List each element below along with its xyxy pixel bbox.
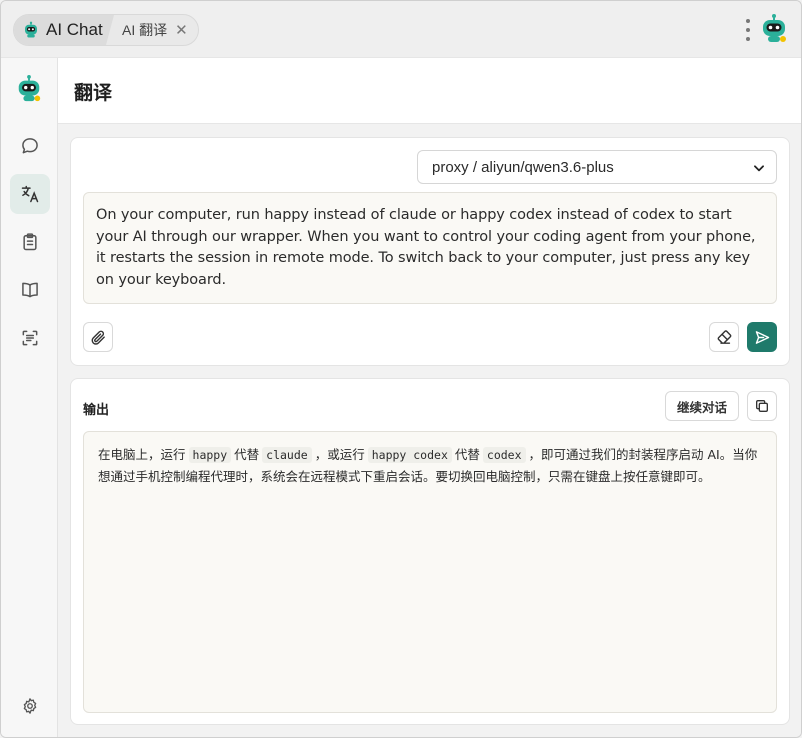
tab-ai-chat[interactable]: AI Chat (14, 15, 114, 45)
clipboard-icon (23, 233, 37, 251)
more-menu-icon[interactable] (741, 17, 755, 43)
attach-button[interactable] (83, 322, 113, 352)
page-title: 翻译 (74, 82, 113, 104)
clear-button[interactable] (709, 322, 739, 352)
book-icon (22, 282, 38, 298)
sidebar-item-settings[interactable] (10, 686, 50, 726)
tab-label: AI 翻译 (122, 22, 168, 38)
scan-text-icon (22, 330, 38, 346)
model-select[interactable]: proxy / aliyun/qwen3.6-plus (417, 150, 777, 184)
sidebar (1, 58, 58, 737)
tab-ai-translate[interactable]: AI 翻译 ✕ (122, 15, 198, 45)
inline-code: happy (188, 447, 232, 463)
translation-output: 在电脑上，运行 happy 代替 claude ，或运行 happy codex 代替 cod… (83, 431, 777, 713)
output-text: 代替 (234, 447, 260, 462)
output-text: 代替 (454, 447, 480, 462)
chat-bubble-icon (22, 138, 38, 154)
app-window: AI Chat AI 翻译 ✕ 翻译 proxy / aliyun/qwen3.… (0, 0, 802, 738)
send-icon (755, 330, 769, 344)
tab-group: AI Chat AI 翻译 ✕ (13, 14, 199, 46)
model-select-value: proxy / aliyun/qwen3.6-plus (432, 158, 614, 176)
copy-icon (756, 400, 768, 412)
source-text-input[interactable]: On your computer, run happy instead of c… (83, 192, 777, 304)
translate-icon (21, 185, 39, 203)
sidebar-item-clipboard[interactable] (10, 222, 50, 262)
output-text: ，或运行 (314, 447, 365, 462)
close-icon[interactable]: ✕ (175, 23, 188, 38)
robot-avatar-icon (759, 13, 789, 50)
sidebar-item-book[interactable] (10, 270, 50, 310)
translate-send-button[interactable] (747, 322, 777, 352)
page-header: 翻译 (58, 58, 801, 124)
chevron-down-icon (754, 165, 764, 172)
gear-icon (23, 698, 37, 714)
app-logo-icon (15, 74, 43, 109)
eraser-icon (717, 329, 731, 344)
sidebar-item-chat[interactable] (10, 126, 50, 166)
robot-icon (25, 21, 37, 38)
sidebar-item-translate[interactable] (10, 174, 50, 214)
inline-code: codex (482, 447, 526, 463)
translate-input-card: proxy / aliyun/qwen3.6-plus On your comp… (70, 137, 790, 366)
continue-chat-button[interactable]: 继续对话 (665, 391, 739, 421)
output-card: 输出 继续对话 在电脑上，运行 happy 代替 claude ，或运行 happy co… (70, 378, 790, 725)
tab-label: AI Chat (46, 20, 103, 39)
output-label: 输出 (83, 403, 110, 418)
main-content: proxy / aliyun/qwen3.6-plus On your comp… (58, 124, 801, 737)
copy-button[interactable] (747, 391, 777, 421)
inline-code: happy codex (367, 447, 452, 463)
sidebar-item-scan[interactable] (10, 318, 50, 358)
paperclip-icon (91, 330, 105, 345)
output-text: 在电脑上，运行 (98, 447, 186, 462)
title-bar: AI Chat AI 翻译 ✕ (1, 1, 801, 58)
inline-code: claude (262, 447, 312, 463)
